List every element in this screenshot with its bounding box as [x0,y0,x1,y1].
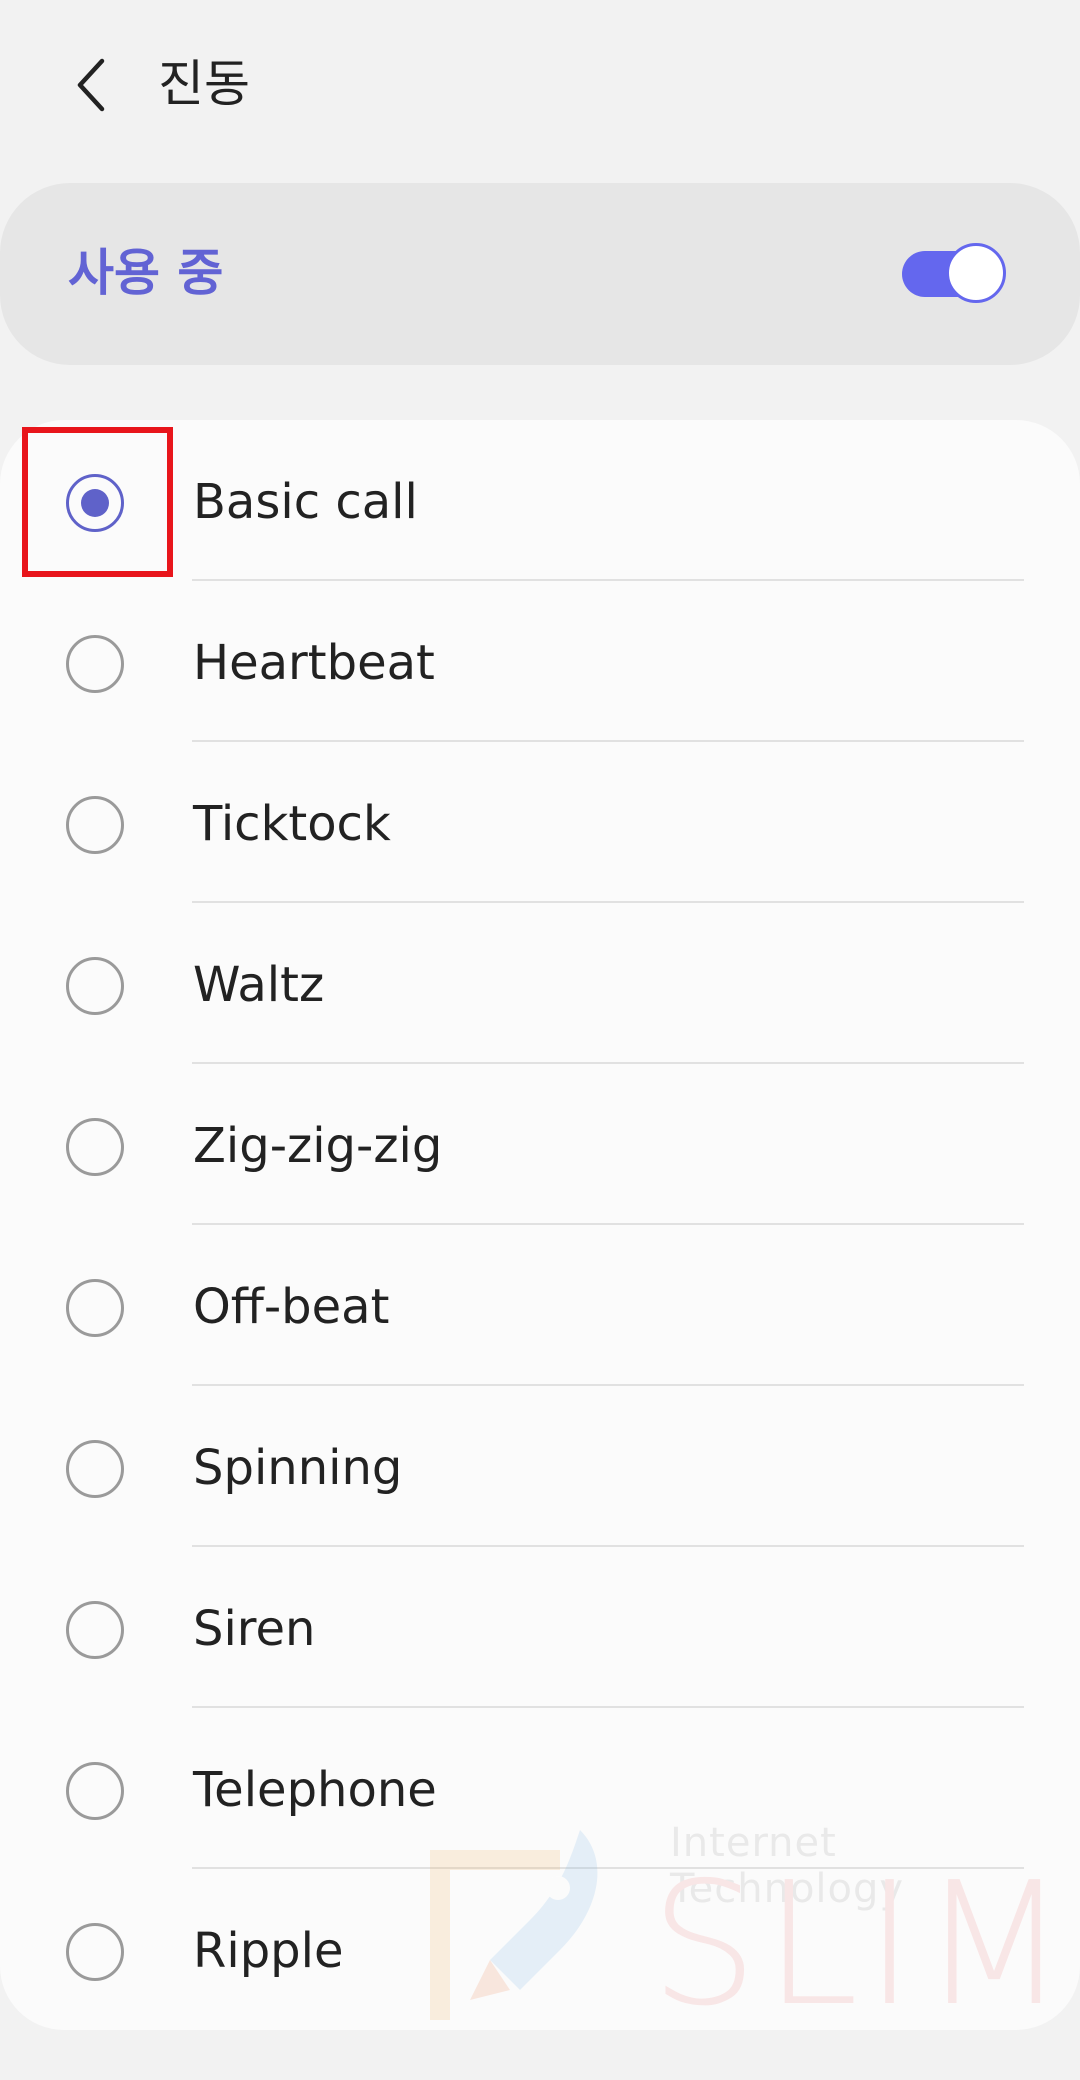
radio-button[interactable] [66,1118,124,1176]
list-item[interactable]: Waltz [0,903,1080,1064]
list-item[interactable]: Ticktock [0,742,1080,903]
radio-button[interactable] [66,635,124,693]
list-item[interactable]: Heartbeat [0,581,1080,742]
list-item[interactable]: Telephone [0,1708,1080,1869]
list-item[interactable]: Spinning [0,1386,1080,1547]
pattern-label: Ticktock [193,796,391,852]
radio-button[interactable] [66,1923,124,1981]
list-item[interactable]: Siren [0,1547,1080,1708]
vibration-settings-screen: 진동 사용 중 Basic call Heartbeat Ticktock Wa… [0,0,1080,2080]
pattern-label: Basic call [193,474,418,530]
radio-button[interactable] [66,1762,124,1820]
list-item[interactable]: Ripple [0,1869,1080,2030]
back-button[interactable] [52,45,132,125]
radio-button[interactable] [66,1601,124,1659]
pattern-label: Zig-zig-zig [193,1118,443,1174]
pattern-label: Off-beat [193,1279,390,1335]
radio-button[interactable] [66,1440,124,1498]
radio-button[interactable] [66,1279,124,1337]
vibration-pattern-list: Basic call Heartbeat Ticktock Waltz Zig-… [0,420,1080,2030]
in-use-label: 사용 중 [68,244,224,302]
header: 진동 [0,0,1080,170]
pattern-label: Ripple [193,1923,344,1979]
pattern-label: Telephone [193,1762,437,1818]
radio-button[interactable] [66,957,124,1015]
list-item[interactable]: Zig-zig-zig [0,1064,1080,1225]
list-item[interactable]: Off-beat [0,1225,1080,1386]
pattern-label: Heartbeat [193,635,435,691]
pattern-label: Siren [193,1601,316,1657]
in-use-switch[interactable] [902,243,1006,303]
pattern-label: Waltz [193,957,325,1013]
annotation-highlight-box [22,427,173,577]
chevron-left-icon [77,58,105,112]
pattern-label: Spinning [193,1440,403,1496]
radio-button[interactable] [66,796,124,854]
in-use-toggle-card[interactable]: 사용 중 [0,183,1080,365]
page-title: 진동 [158,55,250,113]
switch-thumb [946,243,1006,303]
